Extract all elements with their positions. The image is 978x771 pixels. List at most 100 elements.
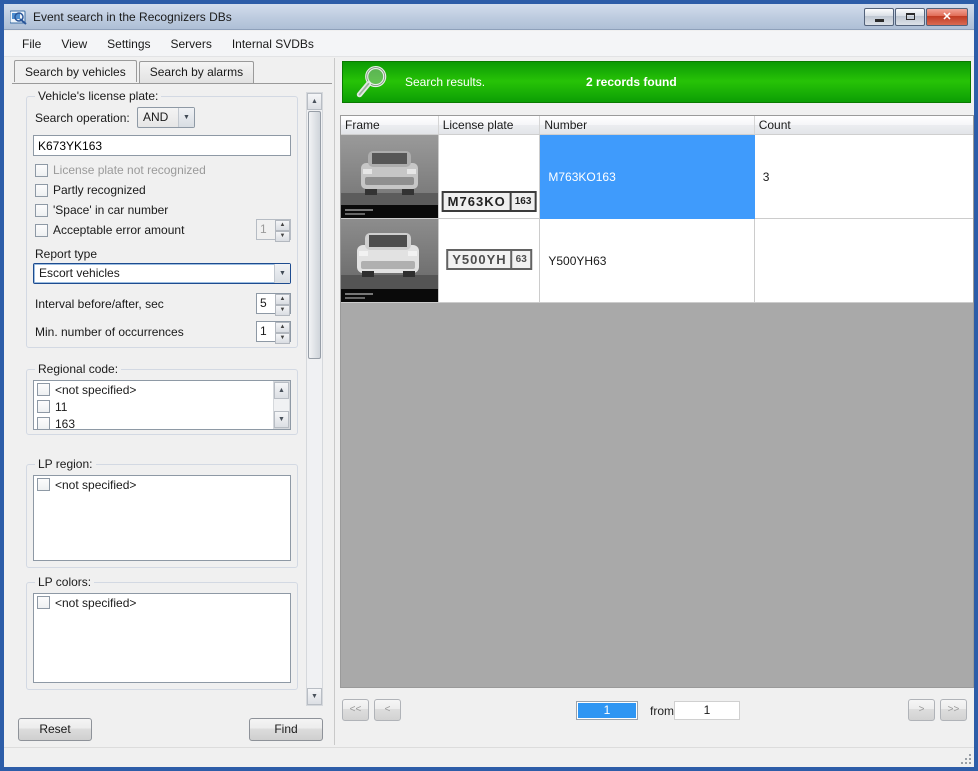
- scrollbar-thumb[interactable]: [308, 111, 321, 359]
- list-scrollbar[interactable]: ▲ ▼: [273, 381, 290, 429]
- checkbox[interactable]: [37, 478, 50, 491]
- list-item-label: <not specified>: [55, 383, 136, 397]
- license-plate-cell[interactable]: Y500YH 63: [439, 219, 541, 303]
- scroll-down-icon[interactable]: ▼: [274, 411, 289, 428]
- results-status-text: Search results.: [405, 75, 485, 89]
- frame-cell[interactable]: [341, 135, 439, 219]
- plate-region: 163: [510, 193, 535, 210]
- list-item[interactable]: <not specified>: [34, 476, 290, 493]
- window-controls: ✕: [863, 8, 968, 26]
- checkbox[interactable]: [35, 164, 48, 177]
- next-page-button[interactable]: >: [908, 699, 935, 721]
- lp-colors-list[interactable]: <not specified>: [33, 593, 291, 683]
- group-title: LP colors:: [35, 575, 94, 589]
- column-header-license-plate[interactable]: License plate: [439, 116, 541, 134]
- find-button[interactable]: Find: [249, 718, 323, 741]
- checkbox[interactable]: [37, 400, 50, 413]
- list-item[interactable]: 163: [34, 415, 290, 430]
- license-plate-image: Y500YH 63: [446, 249, 532, 270]
- report-type-combo[interactable]: Escort vehicles ▼: [33, 263, 291, 284]
- min-occurrences-spinner[interactable]: 1 ▲ ▼: [256, 321, 291, 342]
- lp-region-list[interactable]: <not specified>: [33, 475, 291, 561]
- window-title: Event search in the Recognizers DBs: [33, 10, 232, 24]
- checkbox[interactable]: [37, 417, 50, 430]
- tab-strip: Search by vehicles Search by alarms: [14, 61, 256, 83]
- column-header-frame[interactable]: Frame: [341, 116, 439, 134]
- count-cell[interactable]: [755, 219, 973, 303]
- results-banner: Search results. 2 records found: [342, 61, 971, 103]
- total-pages-box: 1: [674, 701, 740, 720]
- search-filters-panel: Vehicle's license plate: Search operatio…: [4, 84, 334, 745]
- resize-grip[interactable]: [960, 753, 973, 766]
- title-bar[interactable]: Event search in the Recognizers DBs ✕: [4, 4, 974, 30]
- number-cell[interactable]: Y500YH63: [540, 219, 754, 303]
- number-cell-selected[interactable]: M763KO163: [540, 135, 754, 219]
- list-item[interactable]: <not specified>: [34, 381, 290, 398]
- menu-view[interactable]: View: [51, 33, 97, 55]
- checkbox-row-acceptable-error[interactable]: Acceptable error amount: [35, 223, 184, 237]
- error-amount-spinner: 1 ▲ ▼: [256, 219, 291, 240]
- menu-file[interactable]: File: [12, 33, 51, 55]
- close-button[interactable]: ✕: [926, 8, 968, 26]
- license-plate-input[interactable]: [33, 135, 291, 156]
- minimize-button[interactable]: [864, 8, 894, 26]
- checkbox-label: Acceptable error amount: [53, 223, 184, 237]
- menu-servers[interactable]: Servers: [161, 33, 222, 55]
- reset-button[interactable]: Reset: [18, 718, 92, 741]
- regional-code-list[interactable]: <not specified> 11 163 ▲ ▼: [33, 380, 291, 430]
- page-number-input[interactable]: 1: [576, 701, 638, 720]
- from-label: from: [650, 704, 674, 718]
- column-header-count[interactable]: Count: [755, 116, 973, 134]
- spin-up-icon[interactable]: ▲: [275, 220, 290, 231]
- group-title: Regional code:: [35, 362, 121, 376]
- scroll-down-icon[interactable]: ▼: [307, 688, 322, 705]
- menu-settings[interactable]: Settings: [97, 33, 160, 55]
- checkbox[interactable]: [35, 224, 48, 237]
- menu-internal-svdbs[interactable]: Internal SVDBs: [222, 33, 324, 55]
- spinner-arrows: ▲ ▼: [275, 322, 290, 341]
- last-page-button[interactable]: >>: [940, 699, 967, 721]
- list-item[interactable]: 11: [34, 398, 290, 415]
- search-operation-label: Search operation:: [35, 111, 130, 125]
- checkbox-label: 'Space' in car number: [53, 203, 168, 217]
- plate-number: M763KO: [444, 193, 510, 210]
- spin-down-icon[interactable]: ▼: [275, 305, 290, 316]
- group-vehicle-license-plate: Vehicle's license plate: Search operatio…: [26, 96, 298, 348]
- first-page-button[interactable]: <<: [342, 699, 369, 721]
- search-operation-combo[interactable]: AND ▼: [137, 107, 195, 128]
- table-row[interactable]: Y500YH 63 Y500YH63: [341, 219, 973, 303]
- app-icon: [10, 9, 27, 25]
- spin-up-icon[interactable]: ▲: [275, 294, 290, 305]
- spin-down-icon[interactable]: ▼: [275, 231, 290, 242]
- license-plate-cell[interactable]: M763KO 163: [439, 135, 541, 219]
- group-lp-region: LP region: <not specified>: [26, 464, 298, 568]
- chevron-down-icon: ▼: [178, 108, 194, 127]
- checkbox[interactable]: [35, 184, 48, 197]
- frame-cell[interactable]: [341, 219, 439, 303]
- checkbox[interactable]: [37, 383, 50, 396]
- spin-down-icon[interactable]: ▼: [275, 333, 290, 344]
- spin-up-icon[interactable]: ▲: [275, 322, 290, 333]
- plate-number: Y500YH: [448, 251, 510, 268]
- maximize-button[interactable]: [895, 8, 925, 26]
- column-header-number[interactable]: Number: [540, 116, 754, 134]
- prev-page-button[interactable]: <: [374, 699, 401, 721]
- checkbox-row-not-recognized[interactable]: License plate not recognized: [35, 163, 206, 177]
- interval-spinner[interactable]: 5 ▲ ▼: [256, 293, 291, 314]
- plate-region: 63: [511, 251, 530, 268]
- checkbox-row-space-in-number[interactable]: 'Space' in car number: [35, 203, 168, 217]
- tab-search-by-vehicles[interactable]: Search by vehicles: [14, 60, 137, 82]
- checkbox[interactable]: [35, 204, 48, 217]
- count-cell[interactable]: 3: [755, 135, 973, 219]
- search-results-panel: Search results. 2 records found Frame Li…: [334, 58, 974, 745]
- checkbox-row-partly-recognized[interactable]: Partly recognized: [35, 183, 146, 197]
- results-grid: Frame License plate Number Count: [340, 115, 974, 688]
- tab-search-by-alarms[interactable]: Search by alarms: [139, 61, 254, 83]
- list-item[interactable]: <not specified>: [34, 594, 290, 611]
- scroll-up-icon[interactable]: ▲: [274, 382, 289, 399]
- table-row[interactable]: M763KO 163 M763KO163 3: [341, 135, 973, 219]
- panel-scrollbar[interactable]: ▲ ▼: [306, 92, 323, 706]
- checkbox[interactable]: [37, 596, 50, 609]
- scroll-up-icon[interactable]: ▲: [307, 93, 322, 110]
- vehicle-frame-image: [341, 135, 438, 218]
